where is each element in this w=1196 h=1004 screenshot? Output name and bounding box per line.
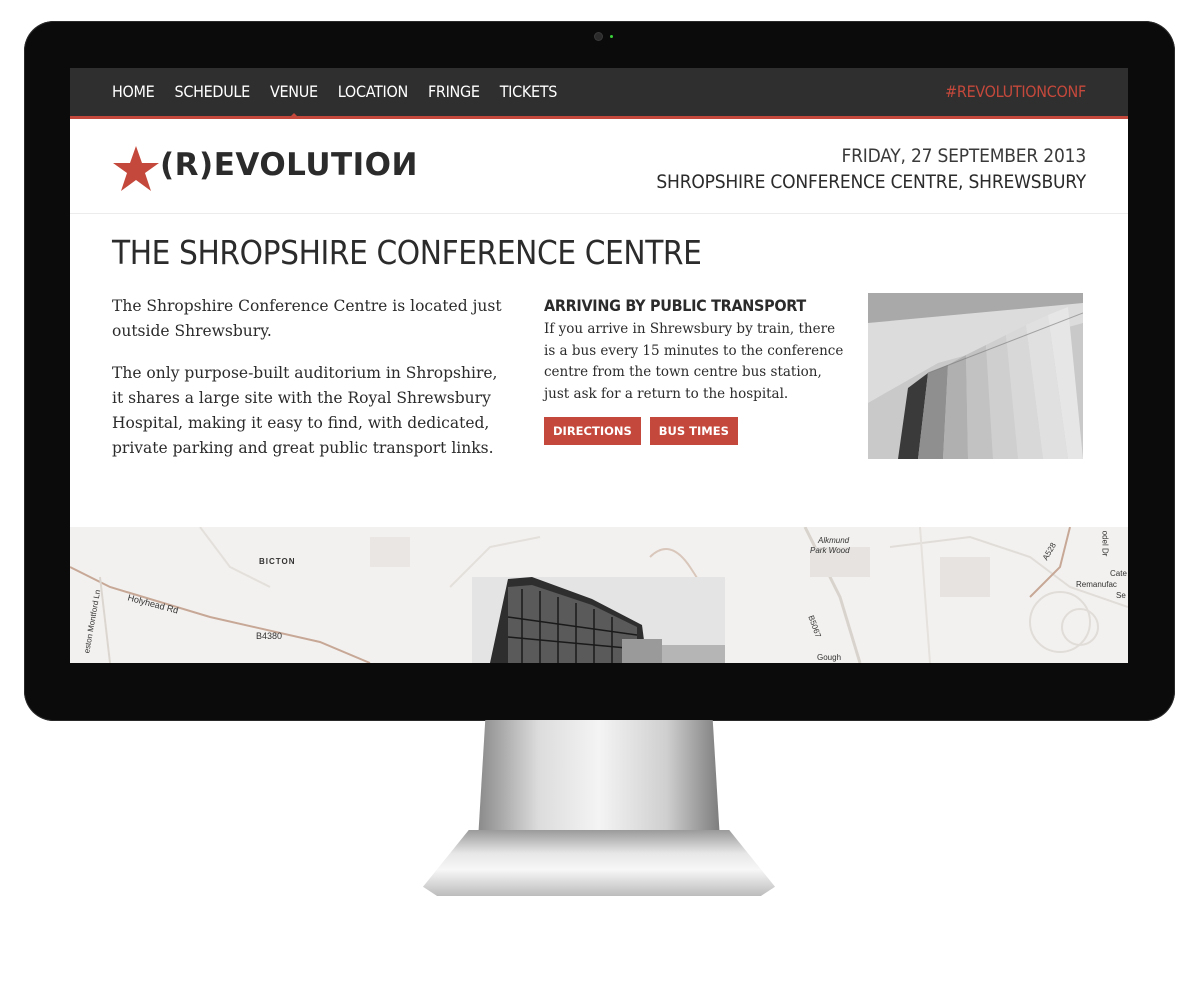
monitor-stand-base	[423, 830, 775, 896]
conference-centre-building-photo	[472, 577, 725, 663]
nav-item-tickets[interactable]: TICKETS	[500, 68, 558, 116]
monitor-stand-neck	[478, 720, 720, 840]
bus-times-button[interactable]: BUS TIMES	[649, 417, 738, 445]
logo-wordmark[interactable]: (R)EVOLUTIOИ	[160, 147, 418, 183]
top-navigation-bar: HOME SCHEDULE VENUE LOCATION FRINGE TICK…	[70, 68, 1128, 119]
map-label-park-wood: Park Wood	[810, 546, 850, 555]
location-map[interactable]: BICTON Holyhead Rd B4380 eston Montford …	[70, 527, 1128, 663]
nav-item-schedule[interactable]: SCHEDULE	[174, 68, 250, 116]
nav-item-home[interactable]: HOME	[112, 68, 155, 116]
map-label-odel-dr: odel Dr	[1100, 530, 1110, 557]
auditorium-seats-photo	[868, 293, 1083, 459]
browser-viewport: HOME SCHEDULE VENUE LOCATION FRINGE TICK…	[70, 68, 1128, 663]
nav-menu: HOME SCHEDULE VENUE LOCATION FRINGE TICK…	[112, 68, 577, 119]
event-date: FRIDAY, 27 SEPTEMBER 2013	[841, 145, 1086, 167]
intro-paragraph: The Shropshire Conference Centre is loca…	[112, 297, 502, 340]
transport-text: If you arrive in Shrewsbury by train, th…	[544, 321, 844, 402]
nav-item-venue[interactable]: VENUE	[270, 68, 318, 119]
map-label-cate: Cate	[1110, 569, 1127, 578]
event-venue: SHROPSHIRE CONFERENCE CENTRE, SHREWSBURY	[656, 171, 1086, 193]
site-header: (R)EVOLUTIOИ FRIDAY, 27 SEPTEMBER 2013 S…	[70, 119, 1128, 214]
map-label-remanufac: Remanufac	[1076, 580, 1117, 589]
map-label-bicton: BICTON	[259, 557, 296, 566]
star-logo-icon[interactable]	[112, 145, 160, 193]
camera-icon	[595, 33, 602, 40]
nav-item-fringe[interactable]: FRINGE	[428, 68, 480, 116]
intro-paragraph: The only purpose-built auditorium in Shr…	[112, 364, 498, 457]
map-label-se: Se	[1116, 591, 1126, 600]
map-label-alkmund: Alkmund	[818, 536, 850, 545]
public-transport-section: ARRIVING BY PUBLIC TRANSPORT If you arri…	[544, 296, 844, 445]
nav-item-location[interactable]: LOCATION	[338, 68, 408, 116]
intro-text: The Shropshire Conference Centre is loca…	[112, 294, 512, 478]
directions-button[interactable]: DIRECTIONS	[544, 417, 641, 445]
hashtag-link[interactable]: #REVOLUTIONCONF	[945, 68, 1086, 116]
camera-led-indicator	[610, 35, 613, 38]
map-label-gough: Gough	[817, 653, 842, 662]
map-label-b4380: B4380	[256, 631, 283, 641]
transport-heading: ARRIVING BY PUBLIC TRANSPORT	[544, 296, 806, 315]
transport-button-row: DIRECTIONS BUS TIMES	[544, 417, 844, 445]
page-title: THE SHROPSHIRE CONFERENCE CENTRE	[112, 233, 702, 272]
